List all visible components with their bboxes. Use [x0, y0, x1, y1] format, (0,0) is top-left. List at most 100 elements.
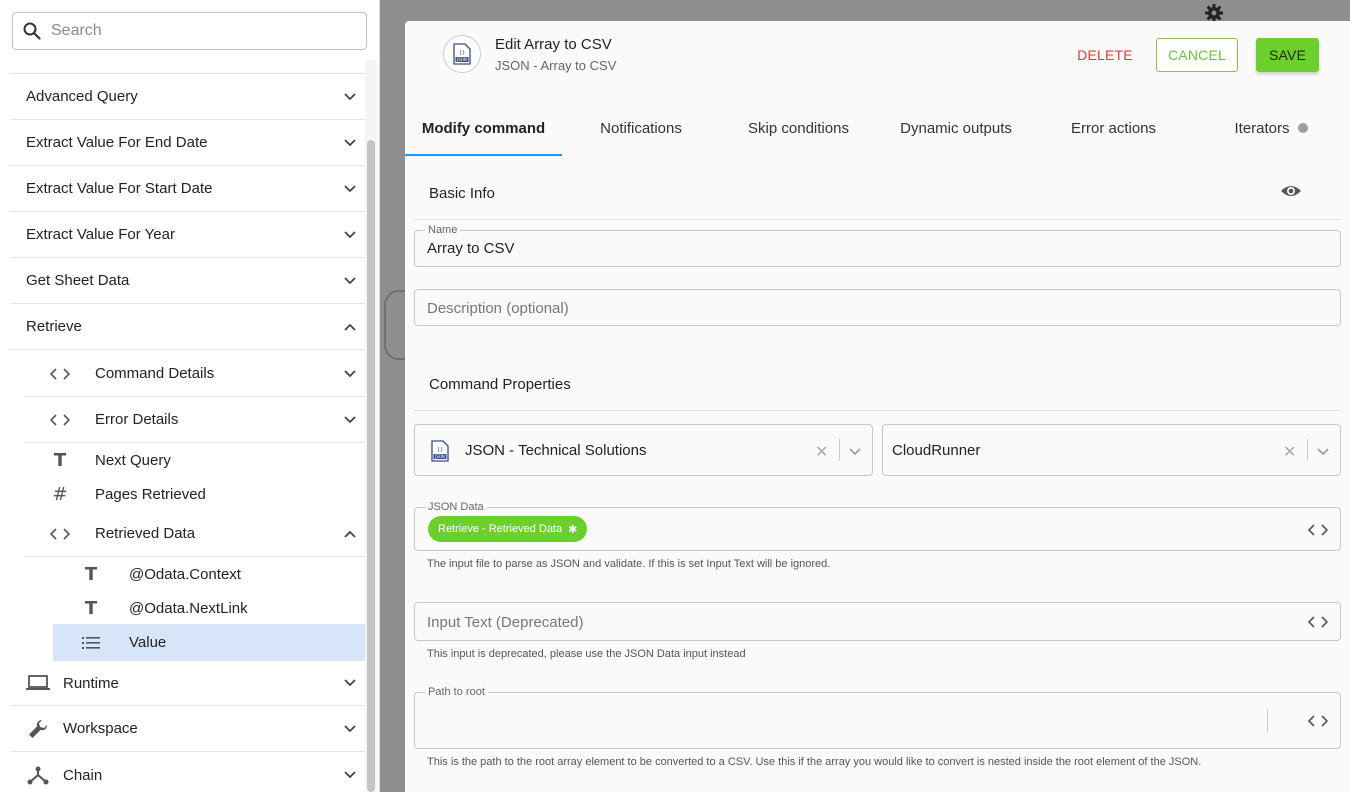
section-title: Basic Info — [429, 185, 495, 202]
field-label: Name — [425, 224, 461, 236]
scrollbar-thumb[interactable] — [367, 140, 375, 792]
tab-label: Skip conditions — [748, 119, 849, 137]
description-field[interactable]: Description (optional) — [414, 289, 1341, 326]
tab-dynamic-outputs[interactable]: Dynamic outputs — [877, 99, 1035, 157]
sidebar-item-runtime[interactable]: Runtime — [10, 661, 365, 706]
text-type-icon: T — [84, 597, 98, 619]
field-placeholder: Input Text (Deprecated) — [427, 614, 584, 631]
sidebar-item-label: Workspace — [63, 720, 138, 737]
sidebar-item-extract-start-date[interactable]: Extract Value For Start Date — [10, 166, 365, 212]
search-input[interactable]: Search — [12, 12, 367, 50]
chevron-down-icon[interactable] — [335, 679, 365, 687]
sidebar-item-command-details[interactable]: Command Details — [25, 351, 365, 397]
chevron-down-icon[interactable] — [335, 230, 365, 239]
sidebar-item-get-sheet-data[interactable]: Get Sheet Data — [10, 258, 365, 304]
chevron-down-icon[interactable] — [1317, 443, 1329, 461]
edit-command-modal: {} JSON Edit Array to CSV JSON - Array to… — [405, 21, 1350, 792]
chevron-down-icon[interactable] — [849, 443, 861, 461]
code-icon — [25, 527, 95, 541]
svg-text:JSON: JSON — [434, 454, 445, 459]
chip-label: Retrieve - Retrieved Data — [438, 523, 563, 535]
sidebar-item-odata-context[interactable]: T @Odata.Context — [53, 557, 365, 591]
sidebar-item-extract-end-date[interactable]: Extract Value For End Date — [10, 120, 365, 166]
json-file-icon: {} JSON — [443, 35, 481, 73]
path-to-root-helper: This is the path to the root array eleme… — [427, 756, 1202, 768]
tab-bar: Modify command Notifications Skip condit… — [405, 99, 1350, 157]
tab-label: Dynamic outputs — [900, 119, 1012, 137]
name-field[interactable]: Name Array to CSV — [414, 224, 1341, 267]
delete-button[interactable]: DELETE — [1073, 38, 1137, 72]
eye-icon[interactable] — [1280, 184, 1302, 203]
modal-title: Edit Array to CSV — [495, 36, 612, 53]
sidebar-item-next-query[interactable]: T Next Query — [25, 443, 365, 477]
save-button[interactable]: SAVE — [1256, 38, 1319, 72]
sidebar-item-extract-year[interactable]: Extract Value For Year — [10, 212, 365, 258]
field-label: JSON Data — [425, 501, 487, 513]
tab-iterators[interactable]: Iterators — [1192, 99, 1350, 157]
svg-text:{}: {} — [459, 50, 465, 56]
input-text-field[interactable]: Input Text (Deprecated) — [414, 602, 1341, 641]
svg-text:{}: {} — [437, 447, 443, 453]
wrench-icon — [10, 718, 63, 740]
chevron-up-icon[interactable] — [335, 530, 365, 538]
code-icon[interactable] — [1308, 615, 1328, 629]
code-icon[interactable] — [1308, 714, 1328, 728]
sidebar-item-label: Extract Value For Start Date — [26, 180, 213, 197]
json-data-field[interactable]: JSON Data Retrieve - Retrieved Data ✱ — [414, 501, 1341, 551]
tab-error-actions[interactable]: Error actions — [1035, 99, 1192, 157]
sidebar-item-label: @Odata.Context — [129, 565, 241, 583]
sidebar-item-chain[interactable]: Chain — [10, 752, 365, 792]
chip-remove-icon[interactable]: ✱ — [568, 523, 577, 536]
tab-label: Iterators — [1234, 119, 1290, 137]
chevron-down-icon[interactable] — [335, 771, 365, 779]
chevron-down-icon[interactable] — [335, 92, 365, 101]
chevron-down-icon[interactable] — [335, 138, 365, 147]
divider — [839, 439, 840, 461]
tab-label: Modify command — [421, 119, 546, 137]
section-command-properties: Command Properties — [414, 359, 1341, 411]
chevron-down-icon[interactable] — [335, 276, 365, 285]
variable-chip[interactable]: Retrieve - Retrieved Data ✱ — [428, 516, 588, 542]
sidebar-item-pages-retrieved[interactable]: # Pages Retrieved — [25, 477, 365, 511]
chevron-down-icon[interactable] — [335, 724, 365, 733]
code-icon[interactable] — [1308, 523, 1328, 537]
tab-skip-conditions[interactable]: Skip conditions — [720, 99, 877, 157]
clear-icon[interactable]: ✕ — [815, 442, 828, 462]
search-icon — [23, 22, 41, 40]
sidebar-item-label: Runtime — [63, 674, 119, 692]
chevron-down-icon[interactable] — [335, 184, 365, 193]
section-basic-info: Basic Info — [414, 168, 1341, 220]
sidebar-item-workspace[interactable]: Workspace — [10, 706, 365, 752]
sidebar-item-retrieved-data[interactable]: Retrieved Data — [25, 511, 365, 557]
chevron-up-icon[interactable] — [335, 323, 365, 331]
laptop-icon — [10, 675, 63, 691]
path-to-root-field[interactable]: Path to root — [414, 686, 1341, 749]
sidebar-item-retrieve[interactable]: Retrieve — [10, 304, 365, 350]
sidebar-item-advanced-query[interactable]: Advanced Query — [10, 74, 365, 120]
sidebar-item-odata-nextlink[interactable]: T @Odata.NextLink — [53, 591, 365, 625]
chevron-down-icon[interactable] — [335, 415, 365, 424]
field-placeholder: Description (optional) — [427, 300, 569, 317]
sidebar-item-label: Command Details — [95, 365, 215, 382]
sidebar-item-error-details[interactable]: Error Details — [25, 397, 365, 443]
cancel-button[interactable]: CANCEL — [1156, 38, 1238, 72]
sidebar-item-label: Extract Value For End Date — [26, 134, 208, 151]
select-value: CloudRunner — [892, 442, 981, 459]
section-title: Command Properties — [429, 376, 571, 393]
divider — [1267, 709, 1268, 733]
sidebar-item-label: Get Sheet Data — [26, 272, 130, 289]
chevron-down-icon[interactable] — [335, 369, 365, 378]
tab-label: Error actions — [1070, 119, 1157, 137]
tab-notifications[interactable]: Notifications — [562, 99, 720, 157]
modal-subtitle: JSON - Array to CSV — [495, 58, 617, 73]
runner-select[interactable]: CloudRunner ✕ — [882, 424, 1341, 476]
sidebar-item-label: Chain — [63, 766, 103, 784]
clear-icon[interactable]: ✕ — [1283, 442, 1296, 462]
sidebar-item-value[interactable]: Value — [53, 624, 365, 661]
connector-select[interactable]: {} JSON JSON - Technical Solutions ✕ — [414, 424, 873, 476]
search-placeholder: Search — [51, 22, 102, 39]
input-text-helper: This input is deprecated, please use the… — [427, 648, 746, 660]
sidebar: Search Advanced Query Extract Value For … — [0, 0, 380, 792]
select-value: JSON - Technical Solutions — [465, 442, 647, 459]
tab-modify-command[interactable]: Modify command — [405, 99, 562, 157]
